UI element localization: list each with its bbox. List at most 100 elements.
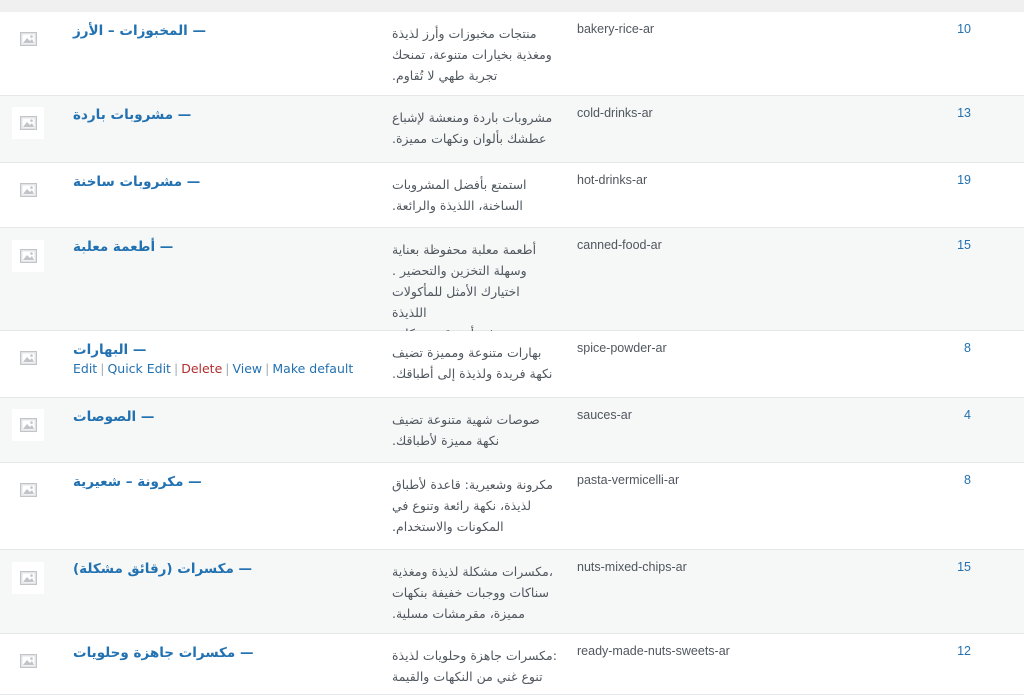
quick-edit-link[interactable]: Quick Edit	[107, 361, 171, 376]
category-name-cell: — مكسرات جاهزة وحلويات	[73, 642, 373, 661]
image-placeholder-icon	[19, 483, 37, 497]
category-thumbnail	[12, 409, 44, 441]
category-name-link[interactable]: — المخبوزات – الأرز	[73, 23, 206, 39]
category-name-link[interactable]: — مشروبات ساخنة	[73, 174, 200, 190]
table-row: — البهارات Edit | Quick Edit | Delete | View | Ma…	[0, 331, 1024, 398]
category-slug: ready-made-nuts-sweets-ar	[577, 644, 730, 658]
category-slug: hot-drinks-ar	[577, 173, 648, 187]
category-name-cell: — البهارات Edit | Quick Edit | Delete | View | Ma…	[73, 339, 373, 376]
description-line: ومغذية بخيارات متنوعة، تمنحك	[392, 47, 552, 62]
description-line: سناكات ووجبات خفيفة بنكهات	[392, 585, 549, 600]
image-placeholder-icon	[19, 654, 37, 668]
category-description: مكسرات مشكلة لذيذة ومغذية، سناكات ووجبات …	[392, 561, 557, 624]
category-description: استمتع بأفضل المشروبات .الساخنة، اللذيذة …	[392, 174, 557, 216]
category-thumbnail	[12, 240, 44, 272]
table-row: — مكسرات جاهزة وحلويات مكسرات جاهزة وحلوي…	[0, 634, 1024, 695]
description-line: مكرونة وشعيرية: قاعدة لأطباق	[392, 477, 553, 492]
description-line: اختيارك الأمثل للمأكولات اللذيذة	[392, 284, 520, 320]
category-description: منتجات مخبوزات وأرز لذيذة ومغذية بخيارات …	[392, 23, 557, 86]
category-description: مكسرات جاهزة وحلويات لذيذة: تنوع غني من ا…	[392, 645, 557, 687]
description-line: مكسرات مشكلة لذيذة ومغذية،	[392, 564, 553, 579]
description-line: . وسهلة التخزين والتحضير	[392, 263, 527, 278]
image-placeholder-icon	[19, 418, 37, 432]
category-name-link[interactable]: — أطعمة معلبة	[73, 239, 173, 255]
category-name-cell: — مشروبات ساخنة	[73, 171, 373, 190]
table-row: — مكسرات (رقائق مشكلة) مكسرات مشكلة لذيذة…	[0, 550, 1024, 634]
category-thumbnail	[12, 174, 44, 206]
category-count-link[interactable]: 4	[964, 408, 971, 422]
category-thumbnail	[12, 645, 44, 677]
image-placeholder-icon	[19, 249, 37, 263]
table-row: — أطعمة معلبة أطعمة معلبة محفوظة بعناية . …	[0, 228, 1024, 341]
table-row: — مشروبات باردة مشروبات باردة ومنعشة لإشب…	[0, 96, 1024, 163]
category-name-link[interactable]: — مكسرات جاهزة وحلويات	[73, 645, 253, 661]
category-count-link[interactable]: 15	[957, 560, 971, 574]
category-slug: bakery-rice-ar	[577, 22, 655, 36]
action-separator: |	[100, 361, 105, 376]
category-thumbnail	[12, 342, 44, 374]
category-slug: sauces-ar	[577, 408, 632, 422]
description-line: صوصات شهية متنوعة تضيف	[392, 412, 540, 427]
description-line: .نكهة فريدة ولذيذة إلى أطباقك	[392, 366, 553, 381]
category-name-link[interactable]: — مشروبات باردة	[73, 107, 191, 123]
category-slug: canned-food-ar	[577, 238, 662, 252]
category-slug: nuts-mixed-chips-ar	[577, 560, 687, 574]
image-placeholder-icon	[19, 116, 37, 130]
table-row: — مشروبات ساخنة استمتع بأفضل المشروبات .ال…	[0, 163, 1024, 228]
description-line: .مميزة، مقرمشات مسلية	[392, 606, 525, 621]
description-line: مشروبات باردة ومنعشة لإشباع	[392, 110, 553, 125]
category-description: مكرونة وشعيرية: قاعدة لأطباق لذيذة، نكهة …	[392, 474, 557, 537]
description-line: مكسرات جاهزة وحلويات لذيذة:	[392, 648, 557, 663]
category-count-link[interactable]: 8	[964, 473, 971, 487]
description-line: لذيذة، نكهة رائعة وتنوع في	[392, 498, 532, 513]
category-count-link[interactable]: 10	[957, 22, 971, 36]
category-slug: cold-drinks-ar	[577, 106, 653, 120]
category-name-link[interactable]: — مكسرات (رقائق مشكلة)	[73, 561, 252, 577]
category-thumbnail	[12, 23, 44, 55]
description-line: .تجربة طهي لا تُقاوم	[392, 68, 498, 83]
description-line: منتجات مخبوزات وأرز لذيذة	[392, 26, 537, 41]
category-thumbnail	[12, 474, 44, 506]
category-name-cell: — مكرونة – شعيرية	[73, 471, 373, 490]
table-row: — الصوصات صوصات شهية متنوعة تضيف .نكهة ممي…	[0, 398, 1024, 463]
category-name-link[interactable]: — مكرونة – شعيرية	[73, 474, 202, 490]
action-separator: |	[265, 361, 270, 376]
category-name-link[interactable]: — البهارات	[73, 342, 146, 358]
description-line: .الساخنة، اللذيذة والرائعة	[392, 198, 523, 213]
table-top-strip	[0, 0, 1024, 12]
category-slug: spice-powder-ar	[577, 341, 667, 355]
table-row: — مكرونة – شعيرية مكرونة وشعيرية: قاعدة ل…	[0, 463, 1024, 550]
description-line: استمتع بأفضل المشروبات	[392, 177, 527, 192]
image-placeholder-icon	[19, 351, 37, 365]
image-placeholder-icon	[19, 183, 37, 197]
image-placeholder-icon	[19, 32, 37, 46]
category-count-link[interactable]: 8	[964, 341, 971, 355]
delete-link[interactable]: Delete	[181, 361, 222, 376]
edit-link[interactable]: Edit	[73, 361, 97, 376]
category-thumbnail	[12, 562, 44, 594]
action-separator: |	[225, 361, 230, 376]
category-name-cell: — أطعمة معلبة	[73, 236, 373, 255]
category-name-cell: — الصوصات	[73, 406, 373, 425]
category-name-link[interactable]: — الصوصات	[73, 409, 154, 425]
table-row: — المخبوزات – الأرز منتجات مخبوزات وأرز ل…	[0, 12, 1024, 96]
image-placeholder-icon	[19, 571, 37, 585]
row-actions: Edit | Quick Edit | Delete | View | Make default	[73, 361, 373, 376]
description-line: أطعمة معلبة محفوظة بعناية	[392, 242, 537, 257]
category-name-cell: — مكسرات (رقائق مشكلة)	[73, 558, 373, 577]
category-description: صوصات شهية متنوعة تضيف .نكهة مميزة لأطباق…	[392, 409, 557, 451]
make-default-link[interactable]: Make default	[272, 361, 353, 376]
category-count-link[interactable]: 12	[957, 644, 971, 658]
category-name-cell: — مشروبات باردة	[73, 104, 373, 123]
category-count-link[interactable]: 19	[957, 173, 971, 187]
action-separator: |	[173, 361, 179, 376]
description-line: .المكونات والاستخدام	[392, 519, 504, 534]
category-count-link[interactable]: 15	[957, 238, 971, 252]
category-description: مشروبات باردة ومنعشة لإشباع .عطشك بألوان …	[392, 107, 557, 149]
category-count-link[interactable]: 13	[957, 106, 971, 120]
description-line: .نكهة مميزة لأطباقك	[392, 433, 500, 448]
category-thumbnail	[12, 107, 44, 139]
view-link[interactable]: View	[232, 361, 262, 376]
category-description: بهارات متنوعة ومميزة تضيف .نكهة فريدة ولذ…	[392, 342, 557, 384]
category-description: أطعمة معلبة محفوظة بعناية . وسهلة التخزين…	[392, 239, 557, 344]
